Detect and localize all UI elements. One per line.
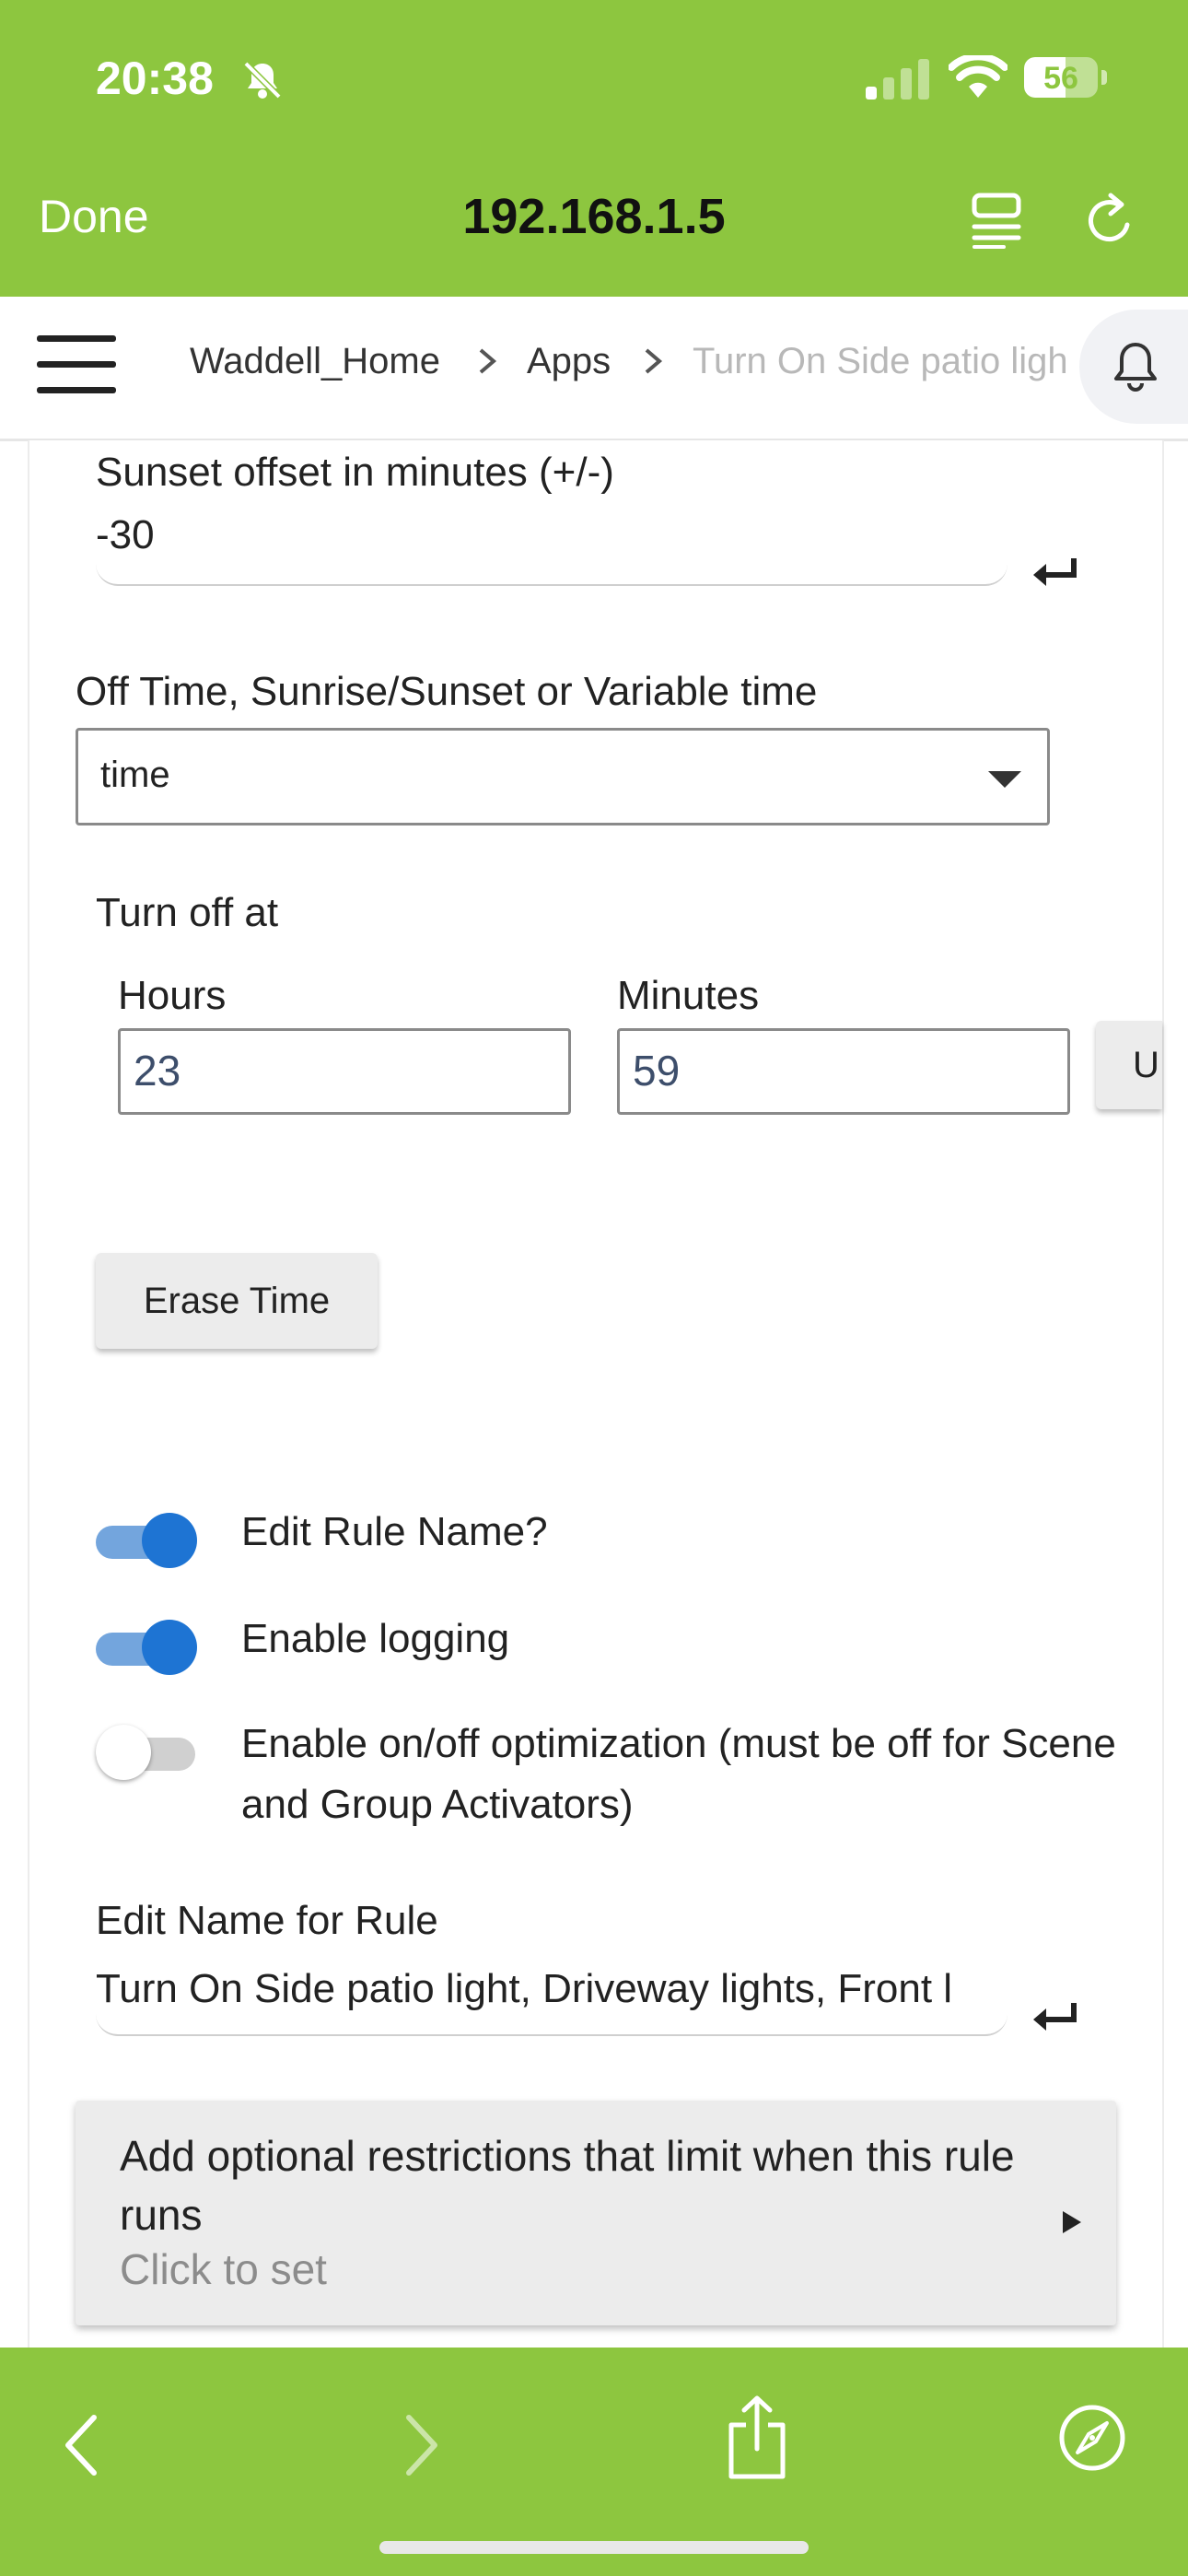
hours-input[interactable]: 23 <box>118 1028 571 1115</box>
breadcrumb-home[interactable]: Waddell_Home <box>190 341 440 382</box>
chevron-right-icon <box>479 348 497 374</box>
edit-rule-name-label: Edit Rule Name? <box>241 1509 548 1554</box>
browser-top-bar: 20:38 56 Done 192.168.1.5 <box>0 0 1188 297</box>
sunset-offset-input[interactable]: -30 <box>96 507 1007 586</box>
battery-percent: 56 <box>1043 61 1078 96</box>
forward-icon[interactable] <box>400 2412 444 2478</box>
minutes-value: 59 <box>633 1047 681 1095</box>
compass-icon[interactable] <box>1057 2403 1127 2473</box>
enable-logging-toggle[interactable] <box>96 1612 199 1679</box>
on-off-optimization-label: Enable on/off optimization (must be off … <box>241 1721 1116 1827</box>
edit-rule-name-toggle[interactable] <box>96 1505 199 1572</box>
rule-settings-form: Sunset offset in minutes (+/-) -30 Off T… <box>28 440 1164 2348</box>
restrictions-button[interactable]: Add optional restrictions that limit whe… <box>76 2101 1116 2325</box>
wifi-icon <box>949 55 1007 98</box>
rule-name-label: Edit Name for Rule <box>96 1898 438 1943</box>
restrictions-subtitle: Click to set <box>120 2245 327 2293</box>
status-time: 20:38 <box>96 53 214 104</box>
app-header: Waddell_Home Apps Turn On Side patio lig… <box>0 297 1188 441</box>
minutes-input[interactable]: 59 <box>617 1028 1070 1115</box>
enable-logging-label: Enable logging <box>241 1616 510 1661</box>
sunset-offset-label: Sunset offset in minutes (+/-) <box>96 450 614 495</box>
update-time-button[interactable]: U <box>1096 1021 1162 1109</box>
enter-icon[interactable] <box>1030 1999 1081 2036</box>
minutes-label: Minutes <box>617 973 760 1018</box>
turn-off-at-label: Turn off at <box>96 890 279 935</box>
cellular-signal-icon <box>866 59 929 100</box>
off-time-label: Off Time, Sunrise/Sunset or Variable tim… <box>76 669 818 714</box>
triangle-right-icon <box>1063 2211 1081 2233</box>
enter-icon[interactable] <box>1030 555 1081 591</box>
on-off-optimization-toggle[interactable] <box>96 1717 199 1784</box>
hours-value: 23 <box>134 1047 181 1095</box>
off-time-select[interactable]: time <box>76 728 1050 825</box>
chevron-right-icon <box>645 348 663 374</box>
share-icon[interactable] <box>724 2394 790 2482</box>
reader-mode-icon[interactable] <box>971 192 1022 249</box>
back-icon[interactable] <box>59 2412 103 2478</box>
hours-label: Hours <box>118 973 227 1018</box>
bell-icon <box>1114 343 1157 392</box>
restrictions-title: Add optional restrictions that limit whe… <box>120 2132 1015 2239</box>
bell-off-icon <box>243 61 282 100</box>
rule-name-input[interactable]: Turn On Side patio light, Driveway light… <box>96 1961 1007 2036</box>
erase-time-button[interactable]: Erase Time <box>96 1253 378 1349</box>
notifications-button[interactable] <box>1079 310 1188 424</box>
reload-icon[interactable] <box>1083 190 1138 249</box>
dropdown-caret-icon <box>988 771 1021 788</box>
breadcrumb-apps[interactable]: Apps <box>527 341 611 382</box>
battery-indicator: 56 <box>1024 57 1109 100</box>
menu-icon[interactable] <box>37 335 116 393</box>
home-indicator <box>379 2541 809 2554</box>
off-time-select-value: time <box>100 755 170 795</box>
breadcrumb-current: Turn On Side patio ligh <box>693 341 1068 381</box>
